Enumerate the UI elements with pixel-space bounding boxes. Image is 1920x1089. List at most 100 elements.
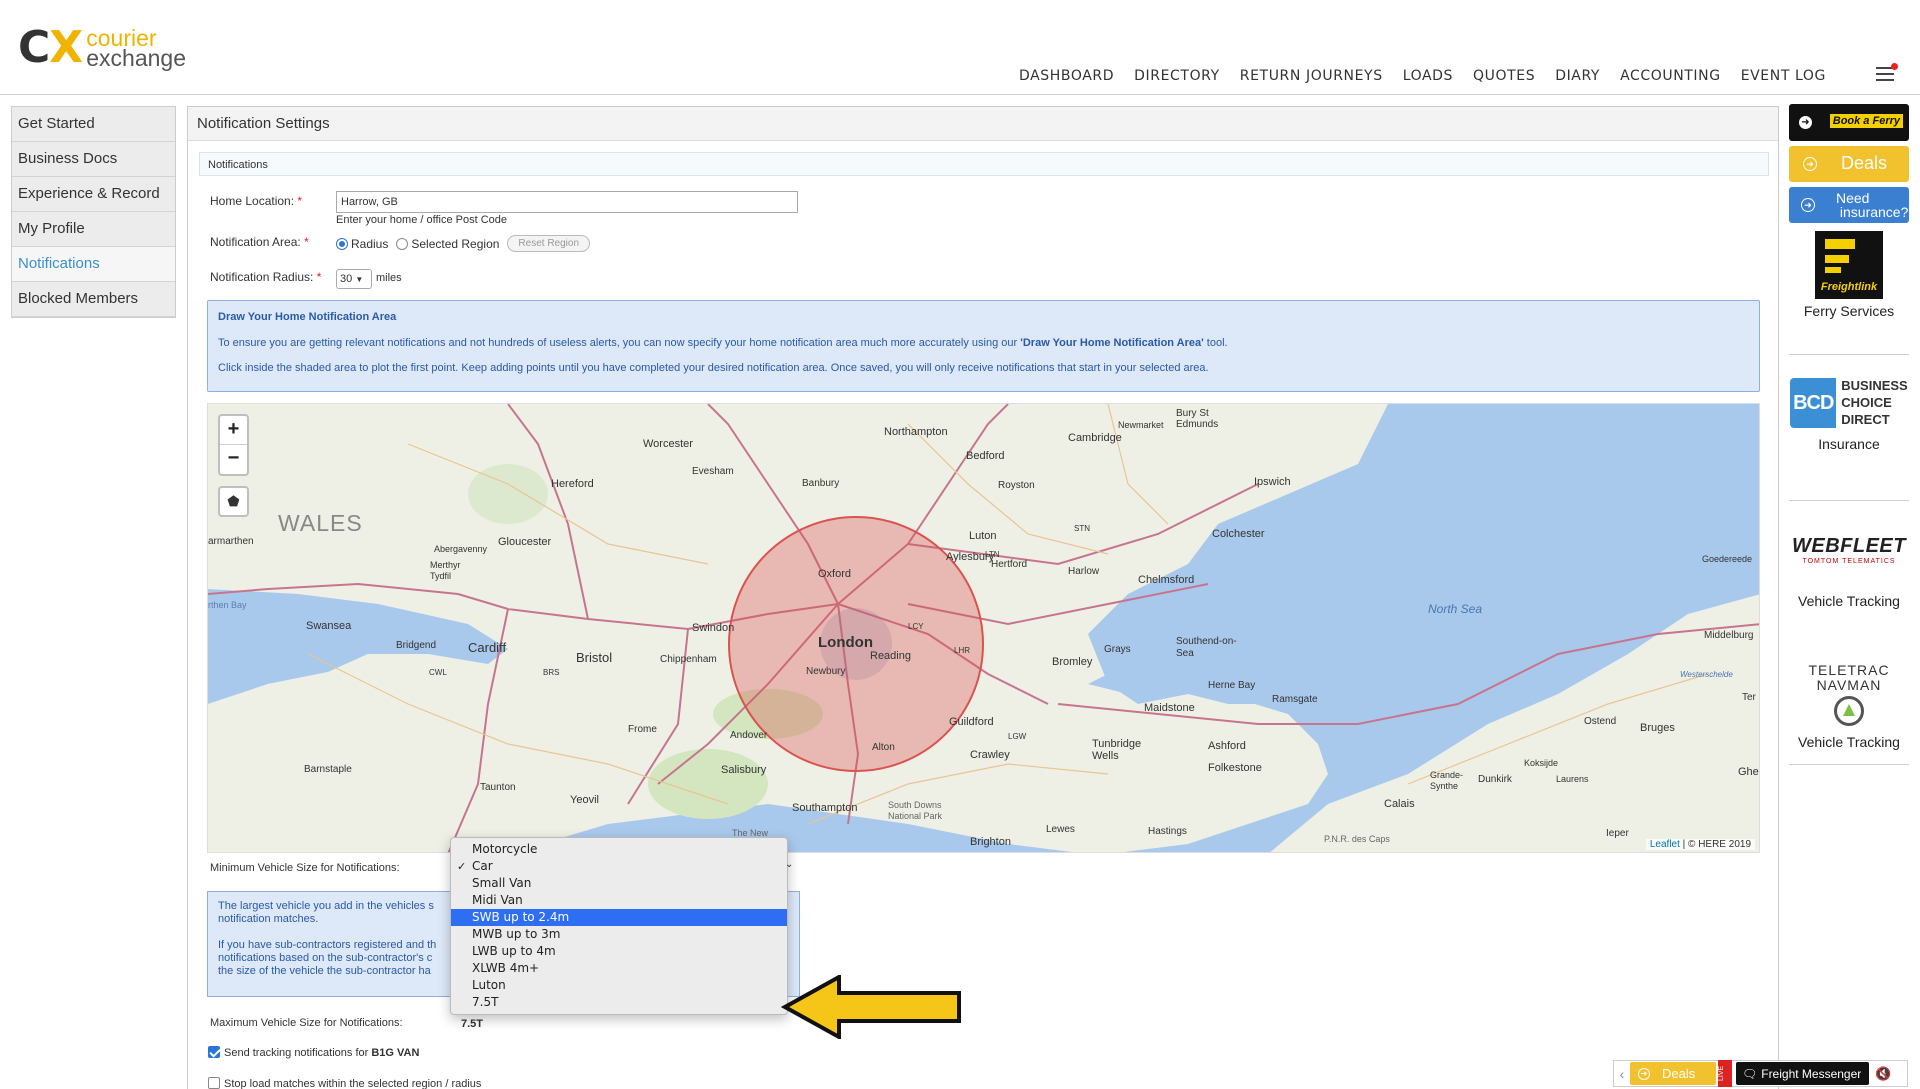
sidebar-item-blocked-members[interactable]: Blocked Members: [12, 282, 175, 317]
map-label-lgw: LGW: [1008, 732, 1027, 741]
dropdown-option-xlwb[interactable]: XLWB 4m+: [451, 960, 787, 977]
map-label-hereford: Hereford: [551, 478, 594, 490]
map-label-koksijde: Koksijde: [1524, 758, 1559, 768]
bcd-words: BUSINESS CHOICE DIRECT: [1841, 378, 1908, 427]
insurance-ad[interactable]: BCD BUSINESS CHOICE DIRECT Insurance: [1789, 377, 1909, 501]
need-insurance-button[interactable]: ➜ Need insurance?: [1789, 187, 1909, 223]
zoom-in-button[interactable]: +: [220, 416, 247, 445]
max-vehicle-label: Maximum Vehicle Size for Notifications:: [210, 1017, 403, 1029]
reset-region-button[interactable]: Reset Region: [507, 235, 591, 252]
ferry-services-ad[interactable]: Freightlink Ferry Services: [1789, 231, 1909, 355]
zoom-control: + −: [218, 414, 249, 476]
tracking-checkbox[interactable]: [208, 1046, 220, 1058]
sidebar-item-notifications[interactable]: Notifications: [12, 247, 175, 282]
map-label-bruges: Bruges: [1640, 722, 1675, 734]
book-ferry-button[interactable]: ➜ Book a Ferry: [1789, 104, 1909, 141]
chevron-down-icon: ▼: [355, 275, 364, 284]
map-label-northampton: Northampton: [884, 426, 948, 438]
max-vehicle-value[interactable]: 7.5T: [461, 1018, 483, 1030]
chevron-left-icon[interactable]: ‹: [1614, 1066, 1630, 1082]
nav-accounting[interactable]: ACCOUNTING: [1620, 68, 1721, 84]
leaflet-link[interactable]: Leaflet: [1650, 839, 1680, 850]
min-vehicle-label: Minimum Vehicle Size for Notifications:: [210, 862, 400, 874]
dropdown-option-motorcycle[interactable]: Motorcycle: [451, 841, 787, 858]
map-label-ramsgate: Ramsgate: [1272, 694, 1318, 705]
map-label-lcy: LCY: [908, 622, 924, 631]
deals-button[interactable]: ➜ Deals: [1789, 146, 1909, 182]
sidebar-item-get-started[interactable]: Get Started: [12, 107, 175, 142]
dropdown-option-small-van[interactable]: Small Van: [451, 875, 787, 892]
nav-quotes[interactable]: QUOTES: [1473, 68, 1535, 84]
logo[interactable]: CX courier exchange: [18, 26, 186, 70]
map-label-evesham: Evesham: [692, 466, 734, 477]
dropdown-option-car[interactable]: ✓ Car: [451, 858, 787, 875]
arrow-right-icon: ➜: [1803, 157, 1817, 171]
polygon-icon[interactable]: ⬟: [218, 486, 249, 517]
freight-messenger-button[interactable]: 🗨 Freight Messenger: [1736, 1062, 1870, 1085]
dropdown-option-midi-van[interactable]: Midi Van: [451, 892, 787, 909]
stop-load-checkbox[interactable]: [208, 1077, 220, 1089]
map-label-bromley: Bromley: [1052, 656, 1093, 668]
map-label-salisbury: Salisbury: [721, 764, 767, 776]
nav-return-journeys[interactable]: RETURN JOURNEYS: [1240, 68, 1383, 84]
nav-dashboard[interactable]: DASHBOARD: [1019, 68, 1114, 84]
selected-region-radio[interactable]: [396, 237, 409, 250]
map-label-newmarket: Newmarket: [1118, 420, 1164, 430]
teletrac-ad[interactable]: TELETRAC NAVMAN Vehicle Tracking: [1789, 663, 1909, 765]
vehicle-tracking-caption-1: Vehicle Tracking: [1798, 593, 1900, 609]
new-forest-area: [648, 749, 768, 819]
min-vehicle-dropdown: Motorcycle ✓ Car Small Van Midi Van SWB u…: [450, 837, 788, 1015]
radius-radio[interactable]: [336, 237, 348, 250]
teletrac-mark-icon: [1834, 696, 1864, 726]
nav-event-log[interactable]: EVENT LOG: [1741, 68, 1826, 84]
map-label-grande-synthe: Grande-Synthe: [1430, 770, 1464, 791]
zoom-out-button[interactable]: −: [220, 445, 247, 474]
sidebar-item-my-profile[interactable]: My Profile: [12, 212, 175, 247]
map-label-cwl: CWL: [429, 668, 447, 677]
map-label-ter: Ter: [1742, 692, 1756, 703]
sidebar-item-experience-record[interactable]: Experience & Record: [12, 177, 175, 212]
map-label-newbury: Newbury: [806, 666, 846, 677]
map-label-south-downs: South Downs National Park: [888, 800, 943, 821]
draw-area-info-box: Draw Your Home Notification Area To ensu…: [207, 300, 1760, 392]
dropdown-option-lwb[interactable]: LWB up to 4m: [451, 943, 787, 960]
dropdown-option-luton[interactable]: Luton: [451, 977, 787, 994]
map-label-reading: Reading: [870, 650, 911, 662]
map-label-calais: Calais: [1384, 798, 1415, 810]
notification-map[interactable]: + − ⬟ WALES London Bristol Cardiff Readi…: [207, 403, 1760, 853]
deals-label: Deals: [1841, 153, 1888, 173]
map-label-ipswich: Ipswich: [1254, 476, 1291, 488]
arrow-right-icon: ➜: [1801, 198, 1815, 212]
radius-unit: miles: [376, 272, 402, 284]
map-label-frome: Frome: [628, 724, 657, 735]
notification-settings-panel: Notification Settings Notifications Home…: [187, 106, 1779, 1089]
radius-select[interactable]: 30 ▼: [336, 269, 372, 289]
dropdown-option-swb[interactable]: SWB up to 2.4m: [451, 909, 787, 926]
nav-directory[interactable]: DIRECTORY: [1134, 68, 1220, 84]
sidebar-item-business-docs[interactable]: Business Docs: [12, 142, 175, 177]
dropdown-option-7-5t[interactable]: 7.5T: [451, 994, 787, 1011]
map-label-bury: Bury St Edmunds: [1176, 408, 1219, 430]
home-location-input[interactable]: Harrow, GB: [336, 191, 798, 213]
map-label-swansea: Swansea: [306, 620, 352, 632]
draw-area-text-1: To ensure you are getting relevant notif…: [218, 337, 1228, 349]
webfleet-ad[interactable]: WEBFLEET TOMTOM TELEMATICS Vehicle Track…: [1789, 535, 1909, 653]
mute-icon[interactable]: 🔇: [1875, 1066, 1891, 1082]
map-label-barnstaple: Barnstaple: [304, 764, 352, 775]
bottom-deals-button[interactable]: ➜ Deals: [1630, 1062, 1716, 1085]
select-chevron-icon[interactable]: ⌄: [785, 859, 797, 875]
map-label-chippenham: Chippenham: [660, 654, 717, 665]
map-label-bristol: Bristol: [576, 650, 613, 665]
hamburger-icon[interactable]: [1876, 63, 1898, 81]
nav-diary[interactable]: DIARY: [1555, 68, 1600, 84]
ferry-services-caption: Ferry Services: [1803, 303, 1895, 319]
map-label-laurens: Laurens: [1556, 774, 1589, 784]
freightlink-logo-text: Freightlink: [1820, 281, 1878, 293]
map-canvas: [208, 404, 1759, 852]
arrow-right-icon: ➜: [1799, 116, 1812, 129]
map-label-ghent: Ghe: [1738, 766, 1759, 778]
nav-loads[interactable]: LOADS: [1403, 68, 1453, 84]
map-label-ostend: Ostend: [1584, 716, 1617, 727]
dropdown-option-mwb[interactable]: MWB up to 3m: [451, 926, 787, 943]
map-label-folkestone: Folkestone: [1208, 762, 1262, 774]
